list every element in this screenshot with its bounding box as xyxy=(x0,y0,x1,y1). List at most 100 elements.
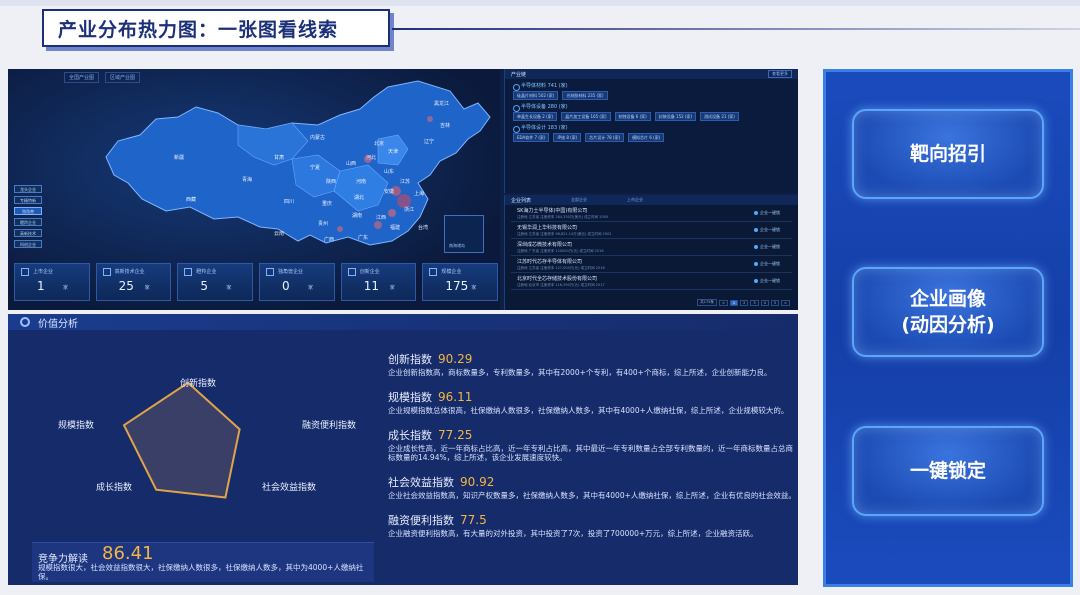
stat-card[interactable]: 上市企业 1 家 xyxy=(14,263,90,301)
radar-label-left: 规模指数 xyxy=(58,421,95,431)
map-label: 广东 xyxy=(358,234,368,241)
company-row[interactable]: 北京时代全芯存储技术股份有限公司 注册地 北京市 注册资本 116,390万(元… xyxy=(511,273,792,290)
stat-card[interactable]: 创新企业 11 家 xyxy=(340,263,417,301)
pager-page[interactable]: 4 xyxy=(760,299,769,306)
company-name[interactable]: 深圳成芯微技术有限公司 xyxy=(517,241,572,248)
chain-chip[interactable]: 硅晶片材料 502 (家) xyxy=(513,91,559,100)
map-label: 山东 xyxy=(384,168,394,175)
map-label: 陕西 xyxy=(326,178,336,185)
one-click-lock-button[interactable]: 一键锁定 xyxy=(852,426,1044,516)
chain-chip[interactable]: 刻蚀设备 6 (家) xyxy=(614,112,651,121)
lock-company-button[interactable]: 企业一键锁 xyxy=(754,244,780,250)
pager-page[interactable]: 5 xyxy=(770,299,780,306)
map-label: 上海 xyxy=(414,190,424,197)
pager-page[interactable]: 2 xyxy=(740,299,749,306)
metric-item: 社会效益指数 90.92 企业社会效益指数高，知识产权数量多，社保缴纳人数多，其中… xyxy=(388,471,798,500)
filter-button[interactable]: 独角兽 xyxy=(14,207,42,215)
action-label: 靶向招引 xyxy=(909,143,986,165)
pager-prev[interactable]: < xyxy=(718,299,728,306)
chain-chip[interactable]: 芯片设计 78 (家) xyxy=(585,133,625,142)
filter-button[interactable]: 高新技术 xyxy=(14,229,42,237)
company-row[interactable]: SK海力士半导体(中国)有限公司 注册地 江苏省 注册资本 284,330万(美… xyxy=(511,205,792,222)
stat-card[interactable]: 高新技术企业 25 家 xyxy=(95,263,172,301)
filter-button[interactable]: 科创企业 xyxy=(14,240,42,248)
chain-chips: 单晶生长设备 2 (家) 晶片加工设备 105 (家) 刻蚀设备 6 (家) 封… xyxy=(513,112,792,121)
chain-group-title[interactable]: 半导体材料 741 (家) xyxy=(513,82,792,91)
radar-label-top: 创新指数 xyxy=(180,379,217,389)
value-analysis-header: 价值分析 xyxy=(8,314,798,330)
metric-name: 成长指数 xyxy=(388,429,432,442)
value-analysis-panel: 价值分析 创新指数 融资便利指数 社会效益指数 成长指数 规模指数 竞争力解读 … xyxy=(8,314,798,585)
lock-company-button[interactable]: 企业一键锁 xyxy=(754,227,780,233)
industry-dashboard: 全国产业图 区域产业图 黑龙江 吉林 辽宁 内蒙古 北京 天津 河北 山西 宁夏 xyxy=(8,69,798,310)
score-value: 86.41 xyxy=(102,543,154,564)
company-name[interactable]: 江苏时代芯存半导体有限公司 xyxy=(517,258,582,265)
company-row[interactable]: 深圳成芯微技术有限公司 注册地 广东省 注册资本 120000万(元) 成立时间… xyxy=(511,239,792,256)
view-more-button[interactable]: 查看更多 xyxy=(768,70,792,78)
stat-card[interactable]: 瞪羚企业 5 家 xyxy=(177,263,254,301)
map-label: 四川 xyxy=(284,199,294,205)
heatmap-area: 全国产业图 区域产业图 黑龙江 吉林 辽宁 内蒙古 北京 天津 河北 山西 宁夏 xyxy=(8,69,500,310)
stat-label: 上市企业 xyxy=(33,269,54,275)
map-label: 新疆 xyxy=(174,154,184,161)
chain-chip[interactable]: 封装设备 152 (家) xyxy=(654,112,697,121)
company-row[interactable]: 江苏时代芯存半导体有限公司 注册地 江苏省 注册资本 127,000万(元) 成… xyxy=(511,256,792,273)
chain-chip[interactable]: IP核 8 (家) xyxy=(553,133,582,142)
pager-page[interactable]: 3 xyxy=(750,299,759,306)
horse-icon xyxy=(266,268,275,276)
map-label: 广西 xyxy=(324,236,334,243)
stat-card[interactable]: 规模企业 175 家 xyxy=(422,263,499,301)
stat-card[interactable]: 独角兽企业 0 家 xyxy=(259,263,335,301)
chain-chip[interactable]: 晶片加工设备 105 (家) xyxy=(561,112,611,121)
slide-title: 产业分布热力图：一张图看线索 xyxy=(58,18,339,41)
company-list-header: 企业列表 全部企业 上市企业 xyxy=(505,195,798,205)
metric-item: 规模指数 96.11 企业规模指数总体很高，社保缴纳人数很多，社保缴纳人数多，其中… xyxy=(388,386,798,415)
stat-value: 175 xyxy=(445,279,469,293)
company-name[interactable]: SK海力士半导体(中国)有限公司 xyxy=(517,207,587,214)
company-row[interactable]: 无锡华润上华科技有限公司 注册地 江苏省 注册资本 98,821.14万(美元)… xyxy=(511,222,792,239)
top-accent-bar xyxy=(0,0,1080,6)
chain-chip[interactable]: 测试设备 21 (家) xyxy=(700,112,739,121)
south-china-sea-inset: 南海诸岛 xyxy=(444,215,484,253)
metric-description: 企业融资便利指数高，有大量的对外投资，其中投资了7次，投资了700000+万元，… xyxy=(388,529,758,538)
title-underline xyxy=(392,28,1080,30)
company-meta: 注册地 广东省 注册资本 120000万(元) 成立时间 2016 xyxy=(517,249,604,253)
stat-value: 11 xyxy=(363,279,379,293)
chain-chip[interactable]: 单晶生长设备 2 (家) xyxy=(513,112,558,121)
company-meta: 注册地 北京市 注册资本 116,390万(元) 成立时间 2017 xyxy=(517,283,605,287)
map-label: 江苏 xyxy=(400,178,410,185)
radar-shape xyxy=(122,381,241,499)
map-label: 台湾 xyxy=(418,224,428,231)
list-tab-listed[interactable]: 上市企业 xyxy=(627,197,643,203)
chain-group-title[interactable]: 半导体设备 280 (家) xyxy=(513,103,792,112)
map-label: 湖北 xyxy=(354,194,364,201)
chart-icon xyxy=(102,268,111,276)
map-label: 河南 xyxy=(356,178,366,185)
filter-button[interactable]: 龙头企业 xyxy=(14,185,42,193)
list-tab-all[interactable]: 全部企业 xyxy=(571,197,587,203)
targeted-attraction-button[interactable]: 靶向招引 xyxy=(852,109,1044,199)
grid-icon xyxy=(347,268,356,276)
metric-description: 企业创新指数高，商标数量多，专利数量多，其中有2000+个专利，有400+个商标… xyxy=(388,368,772,377)
action-label: 一键锁定 xyxy=(909,460,986,482)
company-profile-button[interactable]: 企业画像 (动因分析) xyxy=(852,267,1044,357)
filter-button[interactable]: 瞪羚企业 xyxy=(14,218,42,226)
chain-chip[interactable]: EDA软件 7 (家) xyxy=(513,133,550,142)
metric-name: 规模指数 xyxy=(388,391,432,404)
map-filter-buttons: 龙头企业 专精特新 独角兽 瞪羚企业 高新技术 科创企业 xyxy=(14,185,42,248)
company-meta: 注册地 江苏省 注册资本 98,821.14万(美元) 成立时间 2002 xyxy=(517,232,612,236)
company-name[interactable]: 北京时代全芯存储技术股份有限公司 xyxy=(517,275,597,282)
metric-score: 77.5 xyxy=(460,513,487,527)
chain-chip[interactable]: 光刻胶材料 235 (家) xyxy=(562,91,608,100)
company-name[interactable]: 无锡华润上华科技有限公司 xyxy=(517,224,577,231)
pager-next[interactable]: > xyxy=(781,299,790,306)
map-label: 湖南 xyxy=(352,212,362,219)
lock-company-button[interactable]: 企业一键锁 xyxy=(754,261,780,267)
lock-company-button[interactable]: 企业一键锁 xyxy=(754,210,780,216)
lock-company-button[interactable]: 企业一键锁 xyxy=(754,278,780,284)
pager-page[interactable]: 1 xyxy=(729,299,739,306)
china-heatmap[interactable]: 黑龙江 吉林 辽宁 内蒙古 北京 天津 河北 山西 宁夏 甘肃 新疆 西藏 青海… xyxy=(78,79,498,259)
filter-button[interactable]: 专精特新 xyxy=(14,196,42,204)
chain-chip[interactable]: 模拟芯片 6 (家) xyxy=(628,133,665,142)
chain-group-title[interactable]: 半导体设计 183 (家) xyxy=(513,124,792,133)
